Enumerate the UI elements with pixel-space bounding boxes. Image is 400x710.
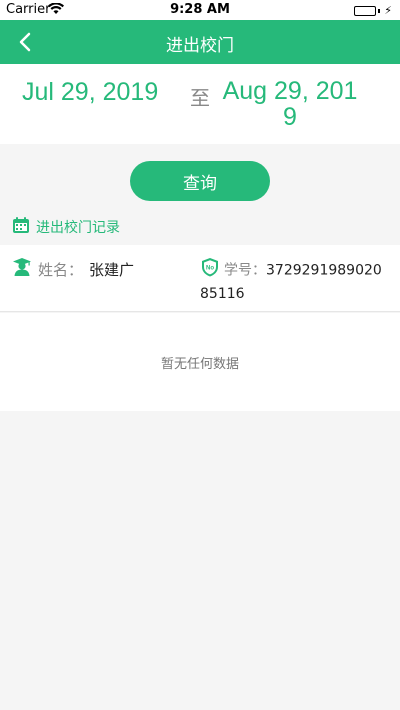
status-bar: Carrier 9:28 AM ⚡	[0, 0, 400, 20]
student-info-card: 姓名： 张建广 No 学号：372929198902085116	[0, 245, 400, 312]
charging-icon: ⚡	[384, 4, 392, 17]
svg-text:No: No	[206, 266, 214, 272]
name-label: 姓名：	[38, 260, 84, 279]
battery-icon: ⚡	[354, 4, 392, 17]
student-name-row: 姓名： 张建广	[12, 257, 134, 281]
student-id-row: No 学号：372929198902085116	[200, 257, 390, 305]
navigation-bar: 进出校门	[0, 20, 400, 64]
student-avatar-icon	[12, 257, 32, 281]
id-label: 学号：	[224, 262, 266, 279]
records-list: 暂无任何数据	[0, 313, 400, 411]
date-separator: 至	[190, 86, 210, 110]
student-name: 张建广	[89, 260, 135, 279]
section-title: 进出校门记录	[36, 220, 120, 236]
id-badge-icon: No	[200, 257, 220, 284]
status-time: 9:28 AM	[170, 2, 230, 17]
section-header: 进出校门记录	[12, 216, 120, 238]
page-title: 进出校门	[166, 36, 234, 56]
date-range-panel: Jul 29, 2019 至 Aug 29, 2019	[0, 64, 400, 144]
calendar-icon	[12, 216, 30, 238]
query-button[interactable]: 查询	[130, 161, 270, 201]
empty-state-text: 暂无任何数据	[160, 357, 239, 372]
end-date-picker[interactable]: Aug 29, 2019	[220, 78, 360, 130]
start-date-picker[interactable]: Jul 29, 2019	[22, 78, 158, 107]
